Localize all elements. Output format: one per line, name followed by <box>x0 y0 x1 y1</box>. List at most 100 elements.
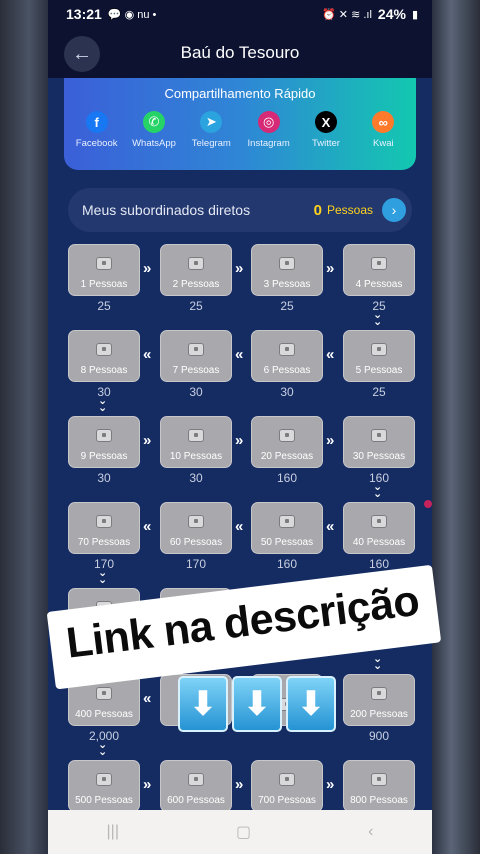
chest-cell[interactable]: 20 Pessoas 160 <box>251 416 323 485</box>
chest-cell[interactable]: 6 Pessoas 30 <box>251 330 323 399</box>
chest-box[interactable]: 9 Pessoas <box>68 416 140 468</box>
chest-cell[interactable]: 500 Pessoas <box>68 760 140 815</box>
chest-label: 50 Pessoas <box>260 537 314 548</box>
chest-cell[interactable]: 50 Pessoas 160 <box>251 502 323 571</box>
treasure-chest-icon <box>188 343 204 356</box>
treasure-chest-icon <box>96 257 112 270</box>
chest-cell[interactable]: 30 Pessoas 160 <box>343 416 415 485</box>
chest-reward: 160 <box>276 557 298 571</box>
chest-box[interactable]: 20 Pessoas <box>251 416 323 468</box>
chest-box[interactable]: 2 Pessoas <box>160 244 232 296</box>
share-item-kwai[interactable]: ∞ Kwai <box>355 111 411 149</box>
arrow-right-icon: » <box>235 260 244 277</box>
share-item-instagram[interactable]: ◎ Instagram <box>241 111 297 149</box>
notification-icon: 💬 ◉ nu • <box>107 8 157 21</box>
chest-cell[interactable]: 800 Pessoas <box>343 760 415 815</box>
chest-box[interactable]: 600 Pessoas <box>160 760 232 812</box>
share-title: Compartilhamento Rápido <box>164 86 316 101</box>
chest-cell[interactable]: 8 Pessoas 30 <box>68 330 140 399</box>
chest-label: 600 Pessoas <box>167 795 225 806</box>
chest-box[interactable]: 60 Pessoas <box>160 502 232 554</box>
back-nav-icon[interactable]: ‹ <box>368 823 373 841</box>
status-bar: 13:21 💬 ◉ nu • ⏰ ✕ ≋ .ıl 24% ▮ <box>48 0 432 28</box>
chest-box[interactable]: 5 Pessoas <box>343 330 415 382</box>
share-card: Compartilhamento Rápido f Facebook ✆ WhatsA… <box>64 78 416 170</box>
subordinates-count: 0 <box>313 201 322 219</box>
share-item-facebook[interactable]: f Facebook <box>69 111 125 149</box>
chest-reward: 900 <box>368 729 390 743</box>
chest-label: 10 Pessoas <box>169 451 223 462</box>
chest-reward: 170 <box>185 557 207 571</box>
chest-cell[interactable]: 5 Pessoas 25 <box>343 330 415 399</box>
chest-cell[interactable]: 1 Pessoas 25 <box>68 244 140 313</box>
share-item-twitter[interactable]: X Twitter <box>298 111 354 149</box>
chest-box[interactable]: 40 Pessoas <box>343 502 415 554</box>
arrow-down-icon: ⌄ ⌄ <box>98 567 108 586</box>
chest-label: 6 Pessoas <box>263 365 311 376</box>
chest-cell[interactable]: 600 Pessoas <box>160 760 232 815</box>
share-item-telegram[interactable]: ➤ Telegram <box>183 111 239 149</box>
chest-box[interactable]: 70 Pessoas <box>68 502 140 554</box>
floating-dot[interactable] <box>424 500 432 508</box>
arrow-right-icon: » <box>143 776 152 793</box>
chest-box[interactable]: 3 Pessoas <box>251 244 323 296</box>
chest-reward: 25 <box>97 299 111 313</box>
arrow-right-icon: » <box>326 260 335 277</box>
arrow-right-icon: » <box>326 776 335 793</box>
chest-box[interactable]: 10 Pessoas <box>160 416 232 468</box>
chest-box[interactable]: 50 Pessoas <box>251 502 323 554</box>
chest-label: 70 Pessoas <box>77 537 131 548</box>
chest-label: 20 Pessoas <box>260 451 314 462</box>
chest-box[interactable]: 500 Pessoas <box>68 760 140 812</box>
treasure-chest-icon <box>371 257 387 270</box>
arrow-down-icon: ⌄ ⌄ <box>373 481 383 500</box>
chest-box[interactable]: 6 Pessoas <box>251 330 323 382</box>
chest-cell[interactable]: 70 Pessoas 170 <box>68 502 140 571</box>
chest-cell[interactable]: 7 Pessoas 30 <box>160 330 232 399</box>
chest-label: 2 Pessoas <box>172 279 220 290</box>
down-arrows: ⬇ ⬇ ⬇ <box>178 676 336 732</box>
subordinates-unit: Pessoas <box>326 203 373 217</box>
chest-cell[interactable]: 4 Pessoas 25 <box>343 244 415 313</box>
chest-cell[interactable]: 40 Pessoas 160 <box>343 502 415 571</box>
chevron-right-icon[interactable]: › <box>382 198 406 222</box>
chest-box[interactable]: 8 Pessoas <box>68 330 140 382</box>
chest-box[interactable]: 1 Pessoas <box>68 244 140 296</box>
instagram-icon: ◎ <box>257 111 280 133</box>
arrow-down-icon: ⌄ ⌄ <box>373 309 383 328</box>
chest-box[interactable]: 4 Pessoas <box>343 244 415 296</box>
treasure-chest-icon <box>96 343 112 356</box>
share-label: WhatsApp <box>132 138 176 149</box>
subordinates-label: Meus subordinados diretos <box>82 202 251 218</box>
telegram-icon: ➤ <box>200 111 223 133</box>
chest-label: 3 Pessoas <box>263 279 311 290</box>
back-button[interactable]: ← <box>64 36 100 72</box>
chest-box[interactable]: 700 Pessoas <box>251 760 323 812</box>
share-label: Instagram <box>247 138 290 149</box>
share-item-whatsapp[interactable]: ✆ WhatsApp <box>126 111 182 149</box>
chest-label: 1 Pessoas <box>80 279 128 290</box>
subordinates-row[interactable]: Meus subordinados diretos 0 Pessoas › <box>68 188 412 232</box>
chest-cell[interactable]: 700 Pessoas <box>251 760 323 815</box>
recent-apps-icon[interactable]: ||| <box>107 823 119 841</box>
chest-box[interactable]: 800 Pessoas <box>343 760 415 812</box>
treasure-chest-icon <box>371 343 387 356</box>
share-label: Facebook <box>75 138 118 149</box>
treasure-chest-icon <box>188 773 204 786</box>
chest-label: 5 Pessoas <box>355 365 403 376</box>
chest-reward: 30 <box>97 471 111 485</box>
share-row: f Facebook ✆ WhatsApp ➤ Telegram ◎ Instagram X Tw… <box>64 111 416 149</box>
share-label: Twitter <box>311 138 340 149</box>
share-label: Telegram <box>191 138 231 149</box>
chest-box[interactable]: 7 Pessoas <box>160 330 232 382</box>
treasure-chest-icon <box>279 343 295 356</box>
home-icon[interactable]: ▢ <box>236 822 251 842</box>
chest-reward: 160 <box>276 471 298 485</box>
chest-cell[interactable]: 10 Pessoas 30 <box>160 416 232 485</box>
chest-box[interactable]: 30 Pessoas <box>343 416 415 468</box>
arrow-down-icon: ⌄ ⌄ <box>98 739 108 758</box>
chest-cell[interactable]: 60 Pessoas 170 <box>160 502 232 571</box>
chest-cell[interactable]: 3 Pessoas 25 <box>251 244 323 313</box>
chest-cell[interactable]: 2 Pessoas 25 <box>160 244 232 313</box>
chest-cell[interactable]: 9 Pessoas 30 <box>68 416 140 485</box>
